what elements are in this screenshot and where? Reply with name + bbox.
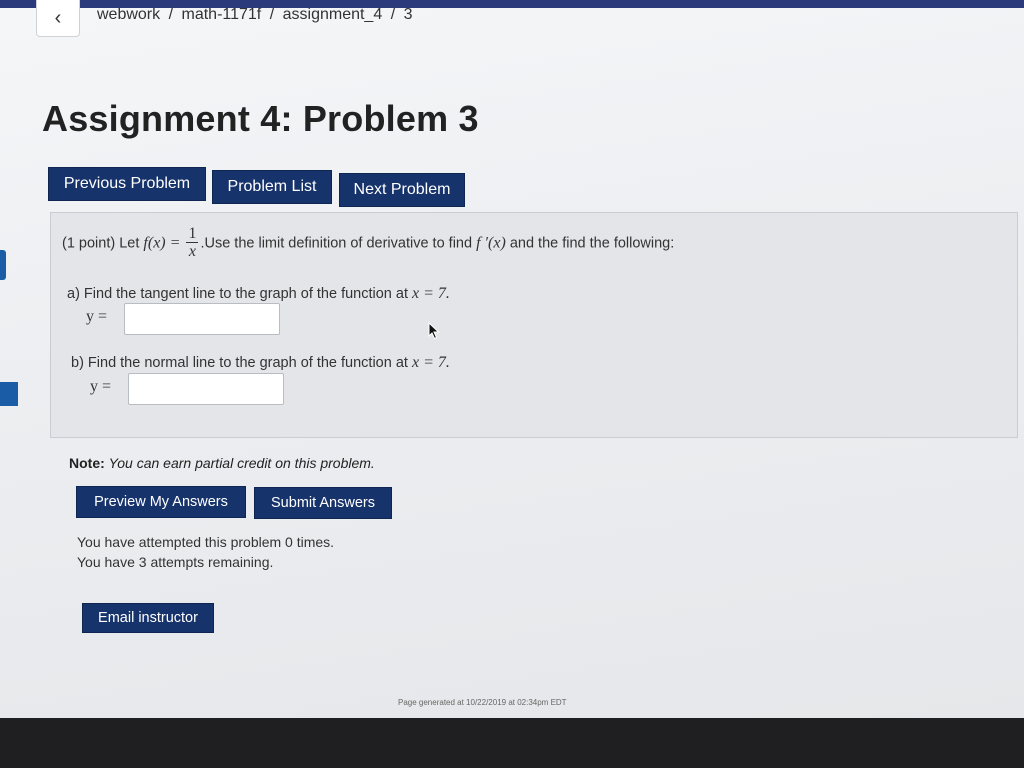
- next-problem-button[interactable]: Next Problem: [339, 173, 465, 207]
- problem-list-button[interactable]: Problem List: [212, 170, 332, 204]
- breadcrumb-item-course[interactable]: math-1171f: [182, 6, 262, 23]
- sidebar-edge-marker: [0, 250, 6, 280]
- note-text: You can earn partial credit on this prob…: [108, 455, 375, 471]
- page-generated-footer: Page generated at 10/22/2019 at 02:34pm …: [398, 698, 567, 707]
- fraction-numerator: 1: [186, 225, 199, 243]
- breadcrumb-separator: /: [269, 6, 275, 23]
- breadcrumb-item-problem: 3: [403, 6, 413, 23]
- attempts-remaining-text: You have 3 attempts remaining.: [77, 554, 274, 570]
- problem-intro-tail: and the find the following:: [505, 235, 675, 252]
- back-button[interactable]: ‹: [36, 0, 80, 37]
- fraction-denominator: x: [188, 243, 196, 260]
- copyright-footer: [232, 712, 792, 718]
- problem-intro-prefix: (1 point) Let: [62, 235, 144, 252]
- derivative-notation: f ′(x): [476, 234, 506, 252]
- function-definition: f(x) =: [143, 234, 181, 252]
- preview-answers-button[interactable]: Preview My Answers: [76, 486, 246, 518]
- part-b-question: b) Find the normal line to the graph of …: [71, 354, 450, 372]
- part-b-label: y =: [90, 378, 112, 395]
- breadcrumb-separator: /: [390, 6, 396, 23]
- submit-answers-button[interactable]: Submit Answers: [254, 487, 392, 519]
- attempts-made-text: You have attempted this problem 0 times.: [77, 534, 335, 550]
- part-a-text: a) Find the tangent line to the graph of…: [67, 286, 413, 302]
- answer-a-input[interactable]: [124, 303, 280, 335]
- problem-statement: (1 point) Let f(x) = 1 x .Use the limit …: [62, 226, 674, 261]
- note-label: Note:: [69, 455, 105, 471]
- part-a-math: x = 7.: [412, 285, 450, 302]
- email-instructor-button[interactable]: Email instructor: [82, 603, 214, 633]
- breadcrumb-separator: /: [168, 6, 174, 23]
- breadcrumb-item-webwork[interactable]: webwork: [97, 6, 160, 23]
- breadcrumb-item-assignment[interactable]: assignment_4: [283, 6, 383, 23]
- part-b-text: b) Find the normal line to the graph of …: [71, 355, 412, 371]
- sidebar-edge-marker: [0, 382, 18, 406]
- part-b-math: x = 7.: [411, 354, 450, 371]
- previous-problem-button[interactable]: Previous Problem: [48, 167, 206, 201]
- mouse-cursor-icon: [428, 322, 440, 340]
- page-title: Assignment 4: Problem 3: [42, 98, 479, 139]
- breadcrumb: webwork / math-1171f / assignment_4 / 3: [97, 6, 413, 24]
- part-a-question: a) Find the tangent line to the graph of…: [67, 285, 450, 303]
- fraction: 1 x: [186, 225, 199, 261]
- part-a-label: y =: [86, 308, 108, 325]
- chevron-left-icon: ‹: [54, 6, 62, 29]
- partial-credit-note: Note: You can earn partial credit on thi…: [69, 455, 375, 471]
- screen-bezel: [0, 718, 1024, 768]
- answer-b-input[interactable]: [128, 373, 284, 405]
- problem-intro-suffix: .Use the limit definition of derivative …: [200, 235, 477, 252]
